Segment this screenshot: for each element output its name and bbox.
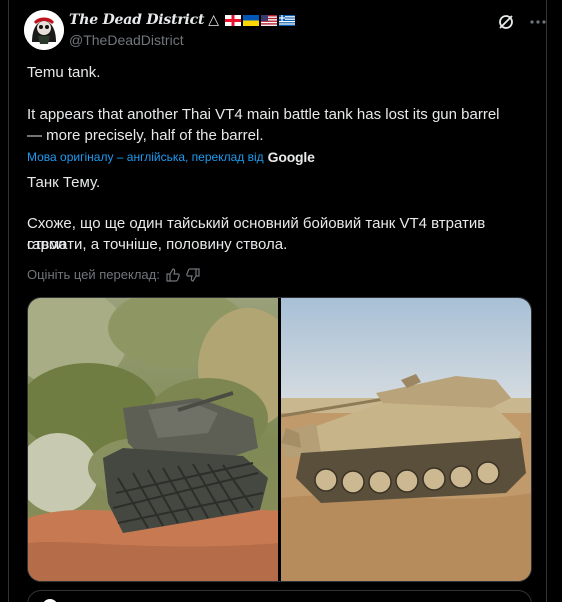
usa-flag-icon xyxy=(260,14,277,26)
grok-icon[interactable] xyxy=(496,12,516,32)
timeline-border-left xyxy=(8,0,9,602)
translation-label: Мова оригіналу – англійська, переклад ві… xyxy=(27,150,264,164)
user-handle[interactable]: @TheDeadDistrict xyxy=(69,32,184,48)
avatar[interactable] xyxy=(24,10,64,50)
display-name[interactable]: The Dead District xyxy=(69,12,204,28)
translated-text-line-3: гармати, а точніше, половину ствола. xyxy=(27,236,288,253)
tank-damaged-photo[interactable] xyxy=(28,298,278,581)
ukraine-flag-icon xyxy=(242,14,259,26)
thumb-up-icon[interactable] xyxy=(166,267,180,282)
timeline-border-right xyxy=(546,0,547,602)
tank-vt4-photo[interactable] xyxy=(280,298,531,581)
tweet-text-line-2: It appears that another Thai VT4 main ba… xyxy=(27,106,500,123)
rate-translation: Оцініть цей переклад: xyxy=(27,267,200,282)
media-gallery xyxy=(27,297,532,582)
translated-text-line-1: Танк Тему. xyxy=(27,174,101,191)
greece-flag-icon xyxy=(278,14,295,26)
more-icon[interactable] xyxy=(528,12,548,32)
scrollbar[interactable] xyxy=(552,0,562,602)
tweet-header: The Dead District △ @TheDeadDistrict xyxy=(24,8,548,50)
badge-symbol: △ xyxy=(208,12,219,28)
quoted-post[interactable] xyxy=(27,590,532,602)
georgia-flag-icon xyxy=(224,14,241,26)
tweet-text-line-1: Temu tank. xyxy=(27,64,101,81)
tweet-text-line-3: — more precisely, half of the barrel. xyxy=(27,127,264,144)
rate-translation-label: Оцініть цей переклад: xyxy=(27,267,160,282)
thumb-down-icon[interactable] xyxy=(186,267,200,282)
translation-attribution[interactable]: Мова оригіналу – англійська, переклад ві… xyxy=(27,149,315,165)
google-logo: Google xyxy=(267,149,315,165)
flag-emojis xyxy=(224,14,295,26)
